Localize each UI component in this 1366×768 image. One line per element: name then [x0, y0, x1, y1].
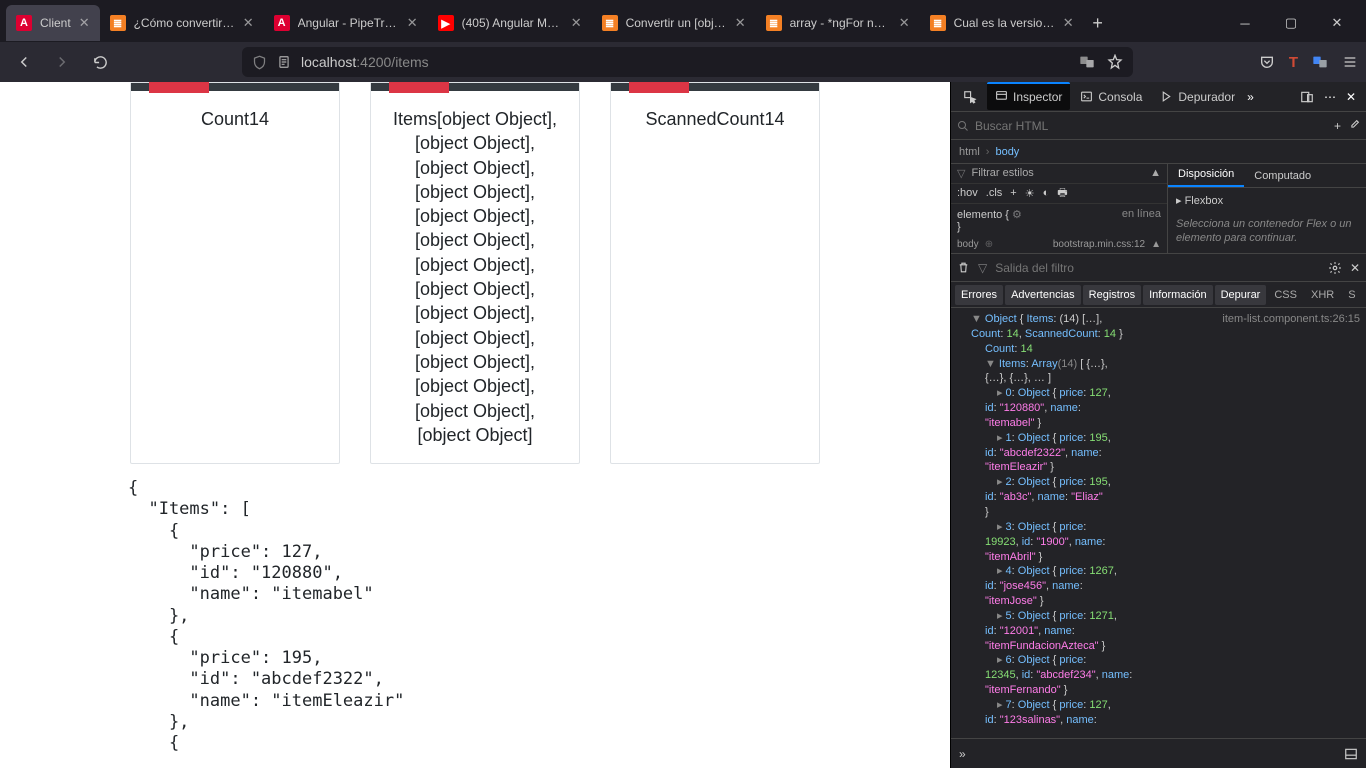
- browser-toolbar: localhost:4200/items T: [0, 42, 1366, 82]
- console-cat[interactable]: XHR: [1305, 285, 1340, 305]
- console-filter-input[interactable]: [995, 261, 1145, 275]
- close-tab-icon[interactable]: ✕: [243, 15, 254, 31]
- new-tab-button[interactable]: +: [1084, 13, 1112, 34]
- layout-panel: Disposición Computado ▸ Flexbox Seleccio…: [1168, 164, 1366, 253]
- card: Count14: [130, 82, 340, 464]
- bookmark-icon[interactable]: [1107, 54, 1123, 70]
- cls-toggle[interactable]: .cls: [986, 187, 1003, 199]
- page-icon: [277, 55, 291, 69]
- console-cat[interactable]: S: [1342, 285, 1361, 305]
- tab-disposicion[interactable]: Disposición: [1168, 163, 1244, 187]
- crumb-html[interactable]: html: [959, 146, 980, 158]
- split-icon[interactable]: [1344, 747, 1358, 761]
- tab-computado[interactable]: Computado: [1244, 165, 1321, 187]
- extension-icon[interactable]: T: [1289, 54, 1298, 71]
- browser-tab-bar: AClient✕≣¿Cómo convertir un✕AAngular - P…: [0, 0, 1366, 42]
- hov-toggle[interactable]: :hov: [957, 187, 978, 199]
- dark-icon[interactable]: ◐: [1043, 187, 1050, 199]
- eyedropper-icon[interactable]: [1347, 119, 1360, 132]
- browser-tab[interactable]: ≣Cual es la version de✕: [920, 5, 1084, 41]
- devtools-tabs: Inspector Consola Depurador » ⋯ ✕: [951, 82, 1366, 112]
- shield-icon: [252, 55, 267, 70]
- filter-styles-label: Filtrar estilos: [971, 167, 1033, 179]
- flexbox-msg: Selecciona un contenedor Flex o un eleme…: [1168, 213, 1366, 250]
- tab-inspector[interactable]: Inspector: [987, 82, 1070, 110]
- back-button[interactable]: [8, 46, 40, 78]
- close-tab-icon[interactable]: ✕: [571, 15, 582, 31]
- console-output[interactable]: item-list.component.ts:26:15▼Object { It…: [951, 308, 1366, 738]
- pick-element-icon[interactable]: [955, 84, 985, 110]
- console-cat[interactable]: CSS: [1268, 285, 1303, 305]
- trash-icon[interactable]: [957, 261, 970, 274]
- hamburger-menu-icon[interactable]: [1342, 54, 1358, 70]
- flexbox-header[interactable]: ▸ Flexbox: [1168, 188, 1366, 213]
- console-cat[interactable]: Errores: [955, 285, 1003, 305]
- responsive-icon[interactable]: [1300, 90, 1314, 104]
- console-cat[interactable]: Advertencias: [1005, 285, 1081, 305]
- tab-debugger[interactable]: Depurador: [1152, 84, 1243, 110]
- add-node-icon[interactable]: +: [1334, 119, 1341, 133]
- search-icon: [957, 120, 969, 132]
- browser-tab[interactable]: ≣array - *ngFor no fu✕: [756, 5, 920, 41]
- window-controls: ─ ▢ ✕: [1222, 5, 1360, 41]
- dots-icon[interactable]: ⋯: [1324, 90, 1336, 104]
- maximize-button[interactable]: ▢: [1268, 5, 1314, 41]
- devtools-search: +: [951, 112, 1366, 140]
- pocket-icon[interactable]: [1259, 54, 1275, 70]
- browser-tab[interactable]: ≣¿Cómo convertir un✕: [100, 5, 264, 41]
- close-tab-icon[interactable]: ✕: [407, 15, 418, 31]
- close-tab-icon[interactable]: ✕: [1063, 15, 1074, 31]
- devtools-footer: »: [951, 738, 1366, 768]
- devtools-panel: Inspector Consola Depurador » ⋯ ✕: [950, 82, 1366, 768]
- translate-icon[interactable]: [1079, 54, 1095, 70]
- html-search-input[interactable]: [975, 119, 1328, 133]
- more-tabs-icon[interactable]: »: [1247, 90, 1254, 104]
- card: ScannedCount14: [610, 82, 820, 464]
- json-dump: { "Items": [ { "price": 127, "id": "1208…: [0, 464, 950, 754]
- console-cat[interactable]: Depurar: [1215, 285, 1267, 305]
- close-console-icon[interactable]: ✕: [1350, 261, 1360, 275]
- console-header: ▽ ✕: [951, 254, 1366, 282]
- translate-ext-icon[interactable]: [1312, 54, 1328, 70]
- browser-tab[interactable]: AClient✕: [6, 5, 100, 41]
- settings-icon[interactable]: [1328, 261, 1342, 275]
- console-cat[interactable]: Registros: [1083, 285, 1141, 305]
- filter-icon: ▽: [957, 167, 965, 180]
- light-icon[interactable]: ☀: [1025, 187, 1035, 200]
- console-cat[interactable]: Información: [1143, 285, 1212, 305]
- browser-tab[interactable]: AAngular - PipeTransf✕: [264, 5, 428, 41]
- console-drawer-icon[interactable]: »: [959, 747, 966, 761]
- breadcrumb: html › body: [951, 140, 1366, 164]
- close-tab-icon[interactable]: ✕: [79, 15, 90, 31]
- url-bar[interactable]: localhost:4200/items: [242, 47, 1133, 77]
- element-rule: elemento { ⚙} en línea: [951, 204, 1167, 237]
- minimize-button[interactable]: ─: [1222, 5, 1268, 41]
- close-window-button[interactable]: ✕: [1314, 5, 1360, 41]
- browser-tab[interactable]: ▶(405) Angular Mysql✕: [428, 5, 592, 41]
- console-categories: ErroresAdvertenciasRegistrosInformaciónD…: [951, 282, 1366, 308]
- url-text: localhost:4200/items: [301, 54, 429, 70]
- add-rule-icon[interactable]: +: [1010, 187, 1016, 199]
- card: Items[object Object],[object Object],[ob…: [370, 82, 580, 464]
- tab-console[interactable]: Consola: [1072, 84, 1150, 110]
- page-content[interactable]: Count14Items[object Object],[object Obje…: [0, 82, 950, 768]
- close-tab-icon[interactable]: ✕: [899, 15, 910, 31]
- styles-panel: ▽ Filtrar estilos ▲ :hov .cls + ☀ ◐ 🖶 el…: [951, 164, 1168, 253]
- reload-button[interactable]: [84, 46, 116, 78]
- close-devtools-icon[interactable]: ✕: [1346, 90, 1356, 104]
- browser-tab[interactable]: ≣Convertir un [object✕: [592, 5, 756, 41]
- crumb-body[interactable]: body: [995, 146, 1019, 158]
- forward-button[interactable]: [46, 46, 78, 78]
- print-icon[interactable]: 🖶: [1057, 184, 1067, 203]
- close-tab-icon[interactable]: ✕: [735, 15, 746, 31]
